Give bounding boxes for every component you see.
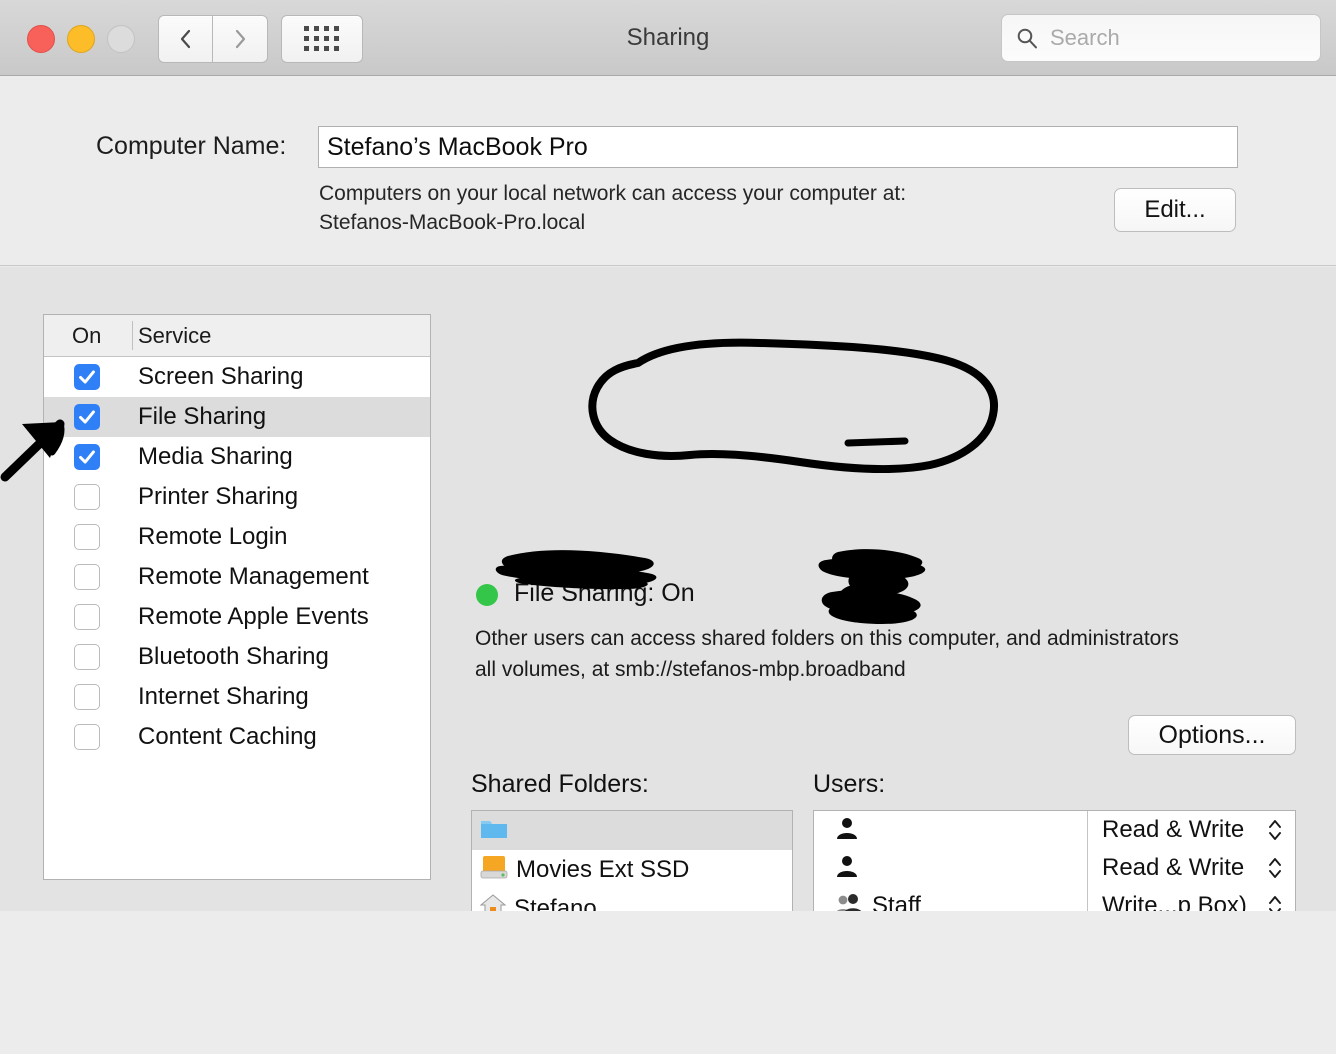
services-table-header: On Service <box>44 315 430 357</box>
column-divider <box>132 321 133 350</box>
service-checkbox[interactable] <box>74 484 100 510</box>
service-row[interactable]: Screen Sharing <box>44 357 430 397</box>
service-row[interactable]: Internet Sharing <box>44 677 430 717</box>
service-checkbox[interactable] <box>74 444 100 470</box>
window-titlebar: Sharing <box>0 0 1336 76</box>
options-button[interactable]: Options... <box>1128 715 1296 755</box>
service-label: Screen Sharing <box>138 363 304 390</box>
permission-popup[interactable]: Read & Write <box>1088 811 1295 849</box>
service-label: Content Caching <box>138 723 317 750</box>
service-label: Remote Management <box>138 563 369 590</box>
service-description-line-2: all volumes, at smb://stefanos-mbp.broad… <box>475 658 906 681</box>
single-user-icon <box>834 816 860 845</box>
shared-folder-name: Movies Ext SSD <box>516 855 690 883</box>
search-field[interactable] <box>1001 14 1321 62</box>
service-row[interactable]: Printer Sharing <box>44 477 430 517</box>
service-checkbox[interactable] <box>74 524 100 550</box>
sharing-main-area: On Service Screen Sharing File Sharing Med… <box>0 267 1336 1054</box>
blue-folder-icon <box>480 816 508 845</box>
service-row[interactable]: Remote Management <box>44 557 430 597</box>
computer-name-input[interactable] <box>318 126 1238 168</box>
permission-value: Read & Write <box>1102 854 1245 881</box>
service-row[interactable]: Bluetooth Sharing <box>44 637 430 677</box>
shared-folders-label: Shared Folders: <box>471 770 649 798</box>
window-footer: ? <box>0 911 1336 1054</box>
service-row[interactable]: Content Caching <box>44 717 430 757</box>
services-list: Screen Sharing File Sharing Media Sharing P… <box>44 357 430 757</box>
single-user-icon <box>834 854 860 883</box>
service-row[interactable]: File Sharing <box>44 397 430 437</box>
service-label: Printer Sharing <box>138 483 299 510</box>
shared-folder-row[interactable]: Movies Ext SSD <box>472 850 792 889</box>
column-header-on: On <box>72 323 102 348</box>
services-table: On Service Screen Sharing File Sharing Med… <box>43 314 431 880</box>
service-checkbox[interactable] <box>74 404 100 430</box>
search-input[interactable] <box>1048 24 1302 52</box>
service-checkbox[interactable] <box>74 364 100 390</box>
edit-hostname-button[interactable]: Edit... <box>1114 188 1236 232</box>
service-label: Remote Apple Events <box>138 603 369 630</box>
user-row[interactable] <box>814 849 1087 887</box>
stepper-arrows-icon <box>1269 858 1281 878</box>
service-label: Media Sharing <box>138 443 293 470</box>
service-checkbox[interactable] <box>74 684 100 710</box>
service-checkbox[interactable] <box>74 724 100 750</box>
service-checkbox[interactable] <box>74 564 100 590</box>
column-header-service: Service <box>138 323 212 348</box>
user-row[interactable] <box>814 811 1087 849</box>
service-checkbox[interactable] <box>74 604 100 630</box>
sharing-preferences-window: Sharing Computer Name: Computers on your… <box>0 0 1336 1054</box>
service-description-line-1: Other users can access shared folders on… <box>475 627 1179 650</box>
external-drive-icon <box>480 854 508 885</box>
shared-folder-row[interactable] <box>472 811 792 850</box>
service-label: File Sharing <box>138 403 267 430</box>
service-row[interactable]: Remote Login <box>44 517 430 557</box>
search-icon <box>1017 28 1037 49</box>
status-indicator-dot <box>476 584 498 606</box>
network-hint-line-1: Computers on your local network can acce… <box>319 182 907 205</box>
service-label: Internet Sharing <box>138 683 309 710</box>
stepper-arrows-icon <box>1269 820 1281 840</box>
permission-popup[interactable]: Read & Write <box>1088 849 1295 887</box>
computer-name-label: Computer Name: <box>96 132 287 160</box>
service-checkbox[interactable] <box>74 644 100 670</box>
local-hostname: Stefanos-MacBook-Pro.local <box>319 211 586 234</box>
service-label: Bluetooth Sharing <box>138 643 329 670</box>
computer-name-section: Computer Name: Computers on your local n… <box>0 76 1336 266</box>
service-row[interactable]: Remote Apple Events <box>44 597 430 637</box>
permission-value: Read & Write <box>1102 816 1245 843</box>
service-row[interactable]: Media Sharing <box>44 437 430 477</box>
service-label: Remote Login <box>138 523 288 550</box>
users-label: Users: <box>813 770 886 798</box>
status-title: File Sharing: On <box>514 579 695 607</box>
